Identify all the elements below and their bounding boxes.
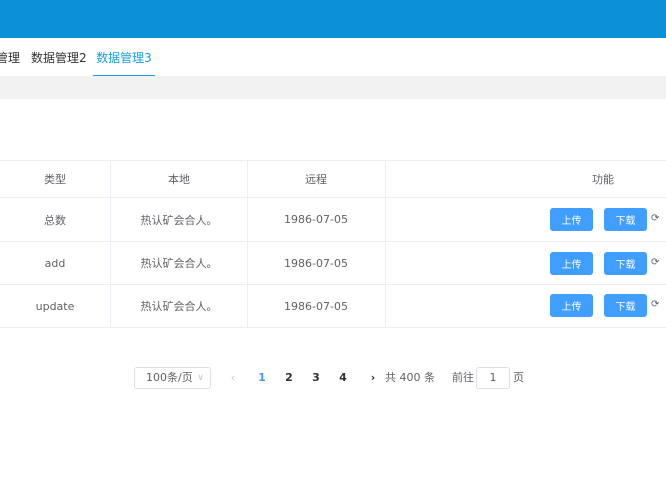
header-local: 本地 [168, 173, 190, 186]
download-button[interactable]: 下载 [604, 294, 647, 317]
download-button[interactable]: 下载 [604, 208, 647, 231]
cell-remote: 1986-07-05 [284, 256, 348, 270]
cell-type: add [44, 256, 66, 270]
top-header-bar [0, 0, 666, 38]
header-actions: 功能 [592, 173, 614, 186]
table-row: update 热认矿会合人。 1986-07-05 上传 下载 ⟳ [0, 284, 666, 328]
upload-button[interactable]: 上传 [550, 294, 593, 317]
cell-local: 热认矿会合人。 [140, 300, 218, 313]
page-size-value: 100条/页 [146, 371, 193, 384]
download-button[interactable]: 下载 [604, 252, 647, 275]
tab-data-management-3-label: 数据管理3 [96, 51, 152, 65]
goto-label: 前往 [452, 371, 474, 384]
prev-page-button[interactable]: ‹ [225, 367, 241, 389]
page-1-button[interactable]: 1 [254, 367, 270, 389]
total-count: 共 400 条 [385, 371, 435, 384]
table-header-row: 类型 本地 远程 功能 [0, 160, 666, 197]
table-row: 总数 热认矿会合人。 1986-07-05 上传 下载 ⟳ [0, 197, 666, 241]
goto-page-input[interactable]: 1 [476, 367, 510, 389]
chevron-down-icon: ∨ [197, 373, 204, 383]
page-4-button[interactable]: 4 [335, 367, 351, 389]
cell-remote: 1986-07-05 [284, 299, 348, 313]
table-row: add 热认矿会合人。 1986-07-05 上传 下载 ⟳ [0, 241, 666, 284]
header-remote: 远程 [305, 173, 327, 186]
tab-data-management-3[interactable]: 数据管理3 [93, 38, 155, 78]
refresh-icon[interactable]: ⟳ [651, 258, 661, 268]
refresh-icon[interactable]: ⟳ [651, 214, 661, 224]
cell-remote: 1986-07-05 [284, 213, 348, 226]
page-3-button[interactable]: 3 [308, 367, 324, 389]
header-type: 类型 [44, 173, 66, 186]
tab-data-management-2[interactable]: 数据管理2 [31, 38, 87, 78]
upload-button[interactable]: 上传 [550, 252, 593, 275]
pagination: 100条/页 ∨ ‹ 1 2 3 4 › 共 400 条 前往 1 页 [0, 367, 666, 389]
refresh-icon[interactable]: ⟳ [651, 300, 661, 310]
cell-type: 总数 [44, 213, 66, 227]
page-2-button[interactable]: 2 [281, 367, 297, 389]
page-size-select[interactable]: 100条/页 ∨ [134, 367, 211, 389]
tab-management[interactable]: 管理 [0, 38, 20, 78]
toolbar-strip [0, 76, 666, 99]
cell-local: 热认矿会合人。 [140, 213, 218, 227]
goto-suffix: 页 [513, 371, 524, 384]
upload-button[interactable]: 上传 [550, 208, 593, 231]
tab-bar: 管理 数据管理2 数据管理3 [0, 38, 666, 78]
cell-local: 热认矿会合人。 [140, 257, 218, 270]
cell-type: update [35, 299, 75, 313]
next-page-button[interactable]: › [365, 367, 381, 389]
